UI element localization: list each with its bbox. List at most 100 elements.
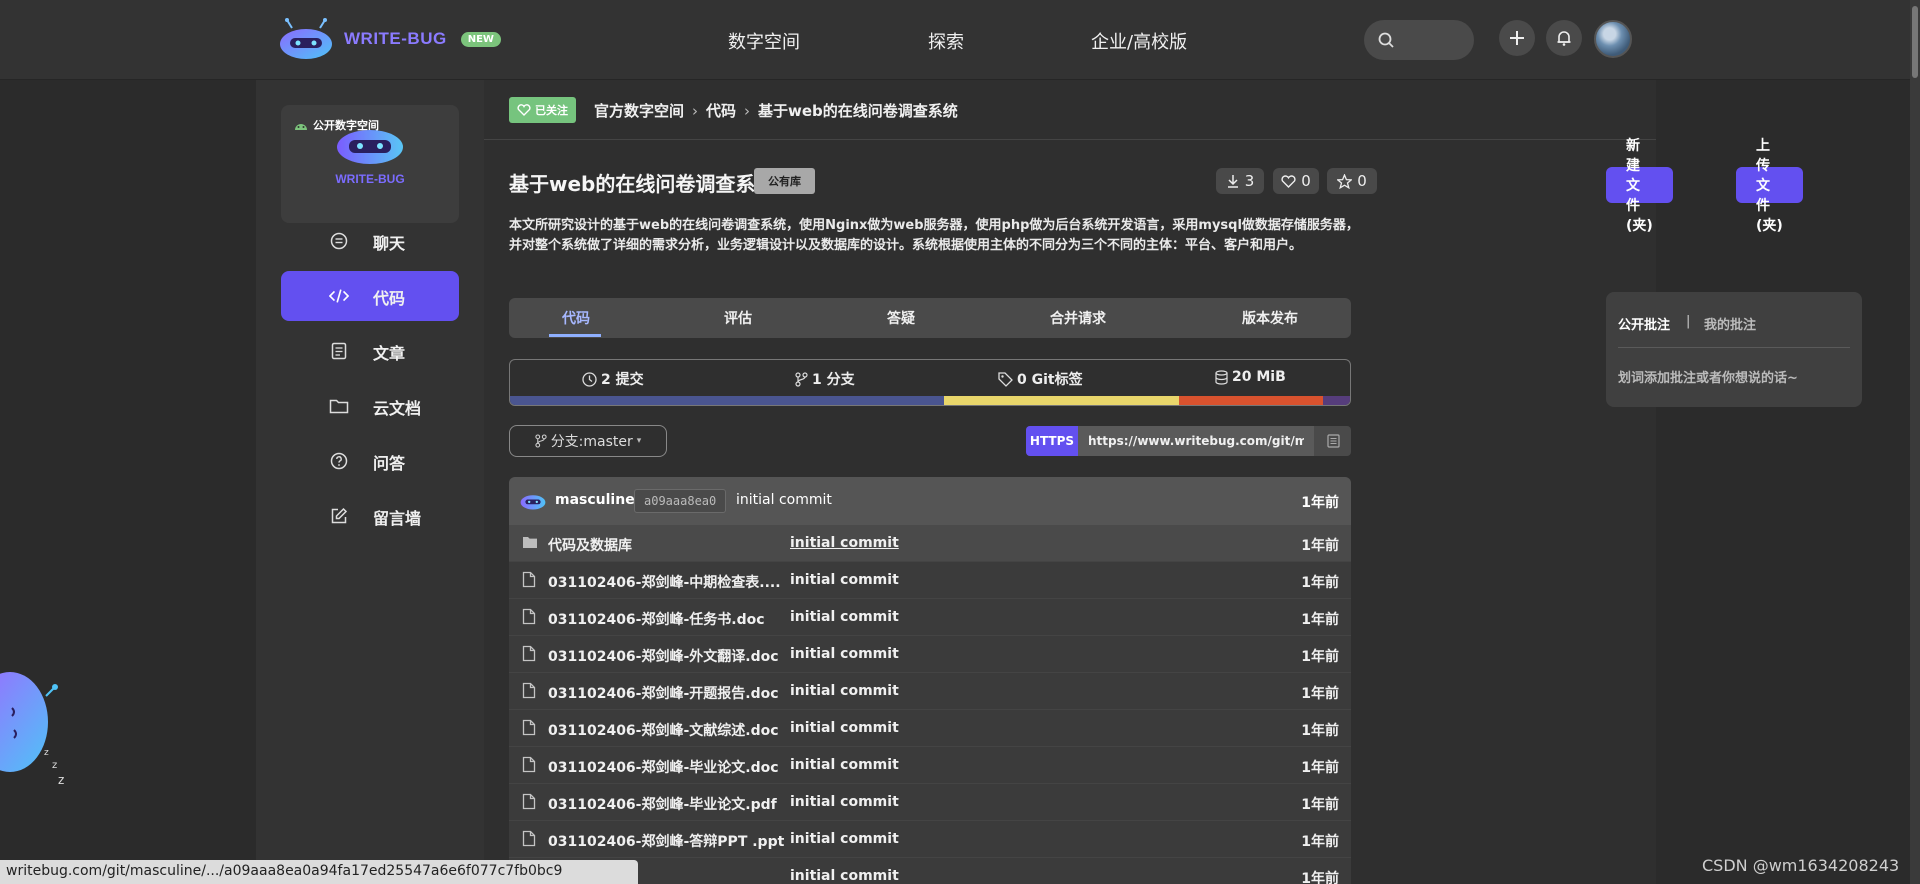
heart-icon	[1281, 174, 1296, 188]
like-button[interactable]: 0	[1273, 168, 1319, 194]
file-name[interactable]: 031102406-郑剑峰-中期检查表....	[548, 572, 781, 592]
new-file-button[interactable]: 新建文件(夹)	[1606, 138, 1673, 234]
file-row[interactable]: 031102406-郑剑峰-文献综述.doc initial commit 1年前	[509, 710, 1351, 747]
tab-public-notes[interactable]: 公开批注	[1618, 314, 1670, 333]
latest-commit-header: masculine a09aaa8ea0 initial commit 1年前	[509, 477, 1351, 525]
branches-stat[interactable]: 1 分支	[795, 369, 855, 389]
download-icon	[1227, 175, 1238, 188]
file-row[interactable]: 031102406-郑剑峰-毕业论文.pdf initial commit 1年前	[509, 784, 1351, 821]
repo-title: 基于web的在线问卷调查系统	[509, 172, 776, 196]
tab-separator: |	[1686, 314, 1691, 329]
language-segment	[510, 396, 944, 405]
sidebar-item-label: 云文档	[373, 399, 422, 418]
user-avatar[interactable]	[1594, 20, 1632, 58]
folder-row[interactable]: 代码及数据库 initial commit 1年前	[509, 525, 1351, 562]
follow-label: 已关注	[535, 104, 568, 117]
tab-review[interactable]: 评估	[724, 298, 752, 338]
copy-button[interactable]	[1316, 426, 1351, 456]
sidebar-item-cloud-docs[interactable]: 云文档	[281, 381, 459, 431]
file-commit-message[interactable]: initial commit	[790, 720, 899, 736]
file-name[interactable]: 031102406-郑剑峰-任务书.doc	[548, 609, 765, 629]
file-commit-message[interactable]: initial commit	[790, 683, 899, 699]
page-container: 公开数字空间 WRITE-BUG 聊天 代码 文章 云文档 问答 留言墙 已关注…	[256, 80, 1862, 884]
file-name[interactable]: 代码及数据库	[548, 535, 632, 555]
floating-mascot-icon[interactable]: z z z	[0, 660, 70, 790]
tab-releases[interactable]: 版本发布	[1242, 298, 1298, 338]
tab-code[interactable]: 代码	[562, 298, 590, 338]
sidebar-item-chat[interactable]: 聊天	[281, 216, 459, 266]
add-button[interactable]	[1499, 20, 1535, 56]
tag-icon	[998, 371, 1013, 387]
file-row[interactable]: 031102406-郑剑峰-毕业论文.doc initial commit 1年前	[509, 747, 1351, 784]
commit-hash[interactable]: a09aaa8ea0	[634, 489, 727, 513]
sidebar-item-message-wall[interactable]: 留言墙	[281, 491, 459, 541]
language-segment	[1179, 396, 1323, 405]
user-robot-avatar[interactable]	[519, 490, 547, 510]
file-time: 1年前	[1301, 834, 1339, 850]
file-icon	[522, 682, 538, 700]
file-row[interactable]: 031102406-郑剑峰-中期检查表.... initial commit 1年前	[509, 562, 1351, 599]
follow-button[interactable]: 已关注	[509, 97, 576, 123]
download-button[interactable]: 3	[1216, 168, 1264, 194]
new-badge: NEW	[460, 31, 501, 47]
upload-button[interactable]: 上传文件(夹)	[1736, 138, 1803, 234]
clone-protocol-button[interactable]: HTTPS	[1026, 426, 1078, 456]
tags-stat[interactable]: 0 Git标签	[998, 369, 1083, 389]
watermark: CSDN @wm1634208243	[1702, 856, 1900, 875]
tab-qa[interactable]: 答疑	[887, 298, 915, 338]
file-name[interactable]: 031102406-郑剑峰-毕业论文.doc	[548, 757, 779, 777]
file-name[interactable]: 031102406-郑剑峰-外文翻译.doc	[548, 646, 779, 666]
breadcrumb-item[interactable]: 代码	[706, 100, 736, 121]
nav-digital-space[interactable]: 数字空间	[728, 28, 800, 54]
commit-message[interactable]: initial commit	[736, 492, 832, 508]
file-icon	[522, 756, 538, 774]
branch-selector[interactable]: 分支:master ▾	[509, 425, 667, 457]
sidebar-item-label: 代码	[373, 289, 406, 308]
file-commit-message[interactable]: initial commit	[790, 572, 899, 588]
star-icon	[1337, 173, 1353, 189]
file-row[interactable]: 031102406-郑剑峰-开题报告.doc initial commit 1年前	[509, 673, 1351, 710]
star-button[interactable]: 0	[1327, 168, 1377, 194]
search-box[interactable]	[1364, 20, 1474, 60]
document-icon	[329, 341, 349, 361]
size-label: 20 MiB	[1232, 369, 1286, 385]
nav-explore[interactable]: 探索	[928, 28, 964, 54]
tab-merge-requests[interactable]: 合并请求	[1050, 298, 1106, 338]
clone-url-input[interactable]	[1078, 426, 1314, 456]
file-commit-message[interactable]: initial commit	[790, 868, 899, 884]
file-commit-message[interactable]: initial commit	[790, 831, 899, 847]
commits-stat[interactable]: 2 提交	[582, 369, 644, 389]
file-commit-message[interactable]: initial commit	[790, 794, 899, 810]
sidebar-item-qa[interactable]: 问答	[281, 436, 459, 486]
file-commit-message[interactable]: initial commit	[790, 609, 899, 625]
sidebar-item-article[interactable]: 文章	[281, 326, 459, 376]
site-logo[interactable]: WRITE-BUG NEW	[278, 18, 501, 60]
breadcrumb-item[interactable]: 官方数字空间	[594, 100, 684, 121]
file-name[interactable]: 031102406-郑剑峰-开题报告.doc	[548, 683, 779, 703]
left-sidebar: 公开数字空间 WRITE-BUG 聊天 代码 文章 云文档 问答 留言墙	[256, 80, 484, 884]
file-name[interactable]: 031102406-郑剑峰-毕业论文.pdf	[548, 794, 777, 814]
file-row[interactable]: 031102406-郑剑峰-外文翻译.doc initial commit 1年前	[509, 636, 1351, 673]
file-row[interactable]: 031102406-郑剑峰-答辩PPT .ppt initial commit 1年…	[509, 821, 1351, 858]
page-scrollbar[interactable]	[1910, 0, 1920, 884]
tab-my-notes[interactable]: 我的批注	[1704, 314, 1756, 333]
file-time: 1年前	[1301, 649, 1339, 665]
repo-description: 本文所研究设计的基于web的在线问卷调查系统，使用Nginx做为web服务器，使…	[509, 218, 1359, 253]
file-name[interactable]: 031102406-郑剑峰-文献综述.doc	[548, 720, 779, 740]
file-commit-message[interactable]: initial commit	[790, 535, 899, 551]
space-card[interactable]: 公开数字空间 WRITE-BUG	[281, 105, 459, 223]
commit-author[interactable]: masculine	[555, 492, 635, 508]
breadcrumb-item[interactable]: 基于web的在线问卷调查系统	[758, 100, 958, 121]
file-commit-message[interactable]: initial commit	[790, 646, 899, 662]
breadcrumb: 官方数字空间 › 代码 › 基于web的在线问卷调查系统	[594, 100, 958, 121]
sidebar-item-code[interactable]: 代码	[281, 271, 459, 321]
notification-button[interactable]	[1546, 20, 1582, 56]
file-row[interactable]: 031102406-郑剑峰-任务书.doc initial commit 1年前	[509, 599, 1351, 636]
file-name[interactable]: 031102406-郑剑峰-答辩PPT .ppt	[548, 831, 784, 851]
main-content: 已关注 官方数字空间 › 代码 › 基于web的在线问卷调查系统 基于web的在…	[484, 80, 1862, 884]
file-icon	[522, 719, 538, 737]
android-icon	[295, 124, 307, 130]
file-commit-message[interactable]: initial commit	[790, 757, 899, 773]
nav-enterprise[interactable]: 企业/高校版	[1091, 28, 1187, 54]
file-icon	[522, 793, 538, 811]
